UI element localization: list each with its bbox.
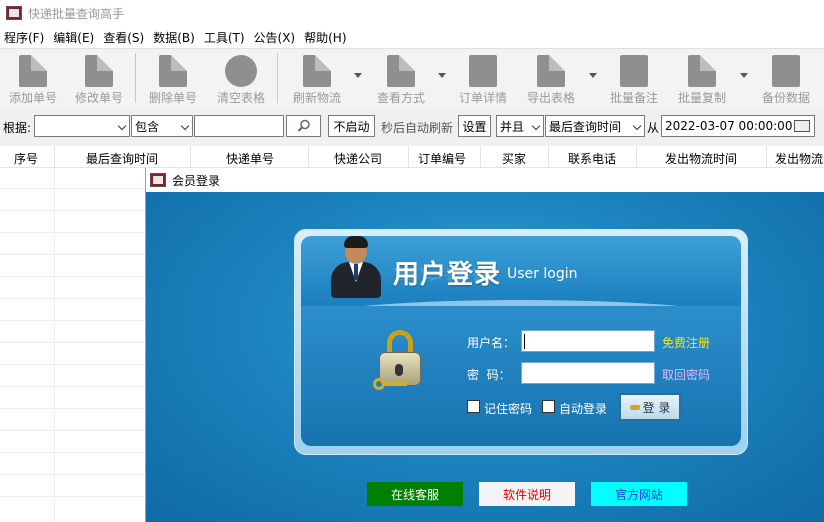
password-label: 密 码：	[467, 368, 511, 382]
toolbar: 添加单号 修改单号 删除单号 清空表格 刷新物流 查看方式 订单详情 导出表格 …	[0, 48, 824, 110]
filter-bar: 根据: 包含 不启动 秒后自动刷新 设置 并且 最后查询时间 从 2022-03…	[0, 112, 824, 140]
refresh-document-icon	[303, 55, 331, 87]
column-header-ship-time[interactable]: 发出物流时间	[665, 150, 737, 167]
keyword-input[interactable]	[194, 115, 284, 137]
menu-data[interactable]: 数据(B)	[153, 29, 195, 46]
chevron-down-icon	[531, 121, 541, 131]
title-bar: 快递批量查询高手	[0, 0, 824, 26]
batch-note-button[interactable]: 批量备注	[601, 51, 667, 107]
toolbar-separator	[135, 53, 136, 103]
window-title: 快递批量查询高手	[28, 6, 125, 21]
manual-button[interactable]: 软件说明	[479, 482, 575, 506]
order-details-button[interactable]: 订单详情	[450, 51, 516, 107]
password-input[interactable]	[521, 362, 655, 384]
column-header-courier[interactable]: 快递公司	[334, 150, 382, 167]
from-label: 从	[647, 121, 660, 135]
edit-pencil-icon	[85, 55, 113, 87]
from-date-picker[interactable]: 2022-03-07 00:00:00	[661, 115, 815, 137]
export-dropdown-arrow-icon[interactable]	[589, 73, 597, 78]
time-field-select[interactable]: 最后查询时间	[545, 115, 645, 137]
batch-copy-button[interactable]: 批量复制	[669, 51, 735, 107]
magnifier-icon	[297, 119, 310, 132]
column-header-phone[interactable]: 联系电话	[568, 150, 616, 167]
add-document-icon	[19, 55, 47, 87]
column-header-index[interactable]: 序号	[14, 150, 38, 167]
app-icon	[6, 6, 22, 20]
order-details-icon	[469, 55, 497, 87]
auto-login-checkbox[interactable]	[542, 400, 555, 413]
official-website-button[interactable]: 官方网站	[591, 482, 687, 506]
logic-select[interactable]: 并且	[496, 115, 544, 137]
copy-dropdown-arrow-icon[interactable]	[740, 73, 748, 78]
column-header-ship-logistics[interactable]: 发出物流	[775, 150, 823, 167]
menu-view[interactable]: 查看(S)	[103, 29, 144, 46]
copy-documents-icon	[688, 55, 716, 87]
auto-refresh-label: 秒后自动刷新	[381, 121, 454, 135]
dialog-title-bar[interactable]: 会员登录	[146, 168, 824, 192]
remember-password-checkbox[interactable]	[467, 400, 480, 413]
basis-field-select[interactable]	[34, 115, 130, 137]
add-number-button[interactable]: 添加单号	[0, 51, 66, 107]
grid-body[interactable]	[0, 168, 146, 522]
register-link[interactable]: 免费注册	[662, 334, 710, 351]
key-icon	[629, 404, 640, 410]
menu-tools[interactable]: 工具(T)	[204, 29, 245, 46]
remember-password-label: 记住密码	[484, 402, 533, 416]
login-dialog: 会员登录 用户登录 用户登录 User login 用户名： 免费注册 密 码：…	[145, 168, 824, 522]
grid-header: 序号 最后查询时间 快递单号 快递公司 订单编号 买家 联系电话 发出物流时间 …	[0, 146, 824, 168]
chevron-down-icon	[632, 121, 642, 131]
username-label: 用户名：	[467, 336, 516, 350]
view-dropdown-arrow-icon[interactable]	[438, 73, 446, 78]
backup-data-button[interactable]: 备份数据	[753, 51, 819, 107]
refresh-logistics-button[interactable]: 刷新物流	[284, 51, 350, 107]
export-table-button[interactable]: 导出表格	[518, 51, 584, 107]
dialog-body: 用户登录 用户登录 User login 用户名： 免费注册 密 码： 取回密码…	[146, 192, 824, 522]
settings-button[interactable]: 设置	[458, 115, 491, 137]
delete-number-button[interactable]: 删除单号	[140, 51, 206, 107]
menu-program[interactable]: 程序(F)	[4, 29, 44, 46]
chevron-down-icon	[180, 121, 190, 131]
chevron-down-icon	[117, 121, 127, 131]
menu-bar: 程序(F) 编辑(E) 查看(S) 数据(B) 工具(T) 公告(X) 帮助(H…	[0, 26, 824, 48]
search-button[interactable]	[286, 115, 321, 137]
dialog-title: 会员登录	[172, 173, 221, 188]
user-avatar-icon	[325, 234, 385, 300]
auto-refresh-toggle-button[interactable]: 不启动	[328, 115, 375, 137]
toolbar-separator	[277, 53, 278, 103]
menu-edit[interactable]: 编辑(E)	[53, 29, 94, 46]
basis-label: 根据:	[3, 121, 32, 135]
app-icon	[150, 173, 166, 187]
column-header-buyer[interactable]: 买家	[502, 150, 526, 167]
export-document-icon	[537, 55, 565, 87]
login-button[interactable]: 登 录	[619, 393, 681, 421]
column-header-tracking-number[interactable]: 快递单号	[226, 150, 274, 167]
online-service-button[interactable]: 在线客服	[367, 482, 463, 506]
menu-notice[interactable]: 公告(X)	[254, 29, 296, 46]
refresh-dropdown-arrow-icon[interactable]	[354, 73, 362, 78]
scroll-note-icon	[620, 55, 648, 87]
view-mode-button[interactable]: 查看方式	[368, 51, 434, 107]
username-input[interactable]	[521, 330, 655, 352]
column-header-order-number[interactable]: 订单编号	[418, 150, 466, 167]
key-icon	[373, 378, 407, 390]
clear-table-button[interactable]: 清空表格	[208, 51, 274, 107]
calendar-icon[interactable]	[794, 120, 810, 132]
view-document-icon	[387, 55, 415, 87]
edit-number-button[interactable]: 修改单号	[66, 51, 132, 107]
login-panel: 用户登录 用户登录 User login 用户名： 免费注册 密 码： 取回密码…	[294, 229, 748, 455]
login-subheading: User login	[507, 266, 578, 282]
auto-login-label: 自动登录	[559, 402, 608, 416]
backup-box-icon	[772, 55, 800, 87]
clear-x-icon	[225, 55, 257, 87]
delete-document-icon	[159, 55, 187, 87]
column-header-last-query-time[interactable]: 最后查询时间	[86, 150, 158, 167]
login-heading-reflection: 用户登录	[393, 266, 498, 281]
recover-password-link[interactable]: 取回密码	[662, 366, 710, 383]
match-mode-select[interactable]: 包含	[131, 115, 193, 137]
menu-help[interactable]: 帮助(H)	[304, 29, 346, 46]
